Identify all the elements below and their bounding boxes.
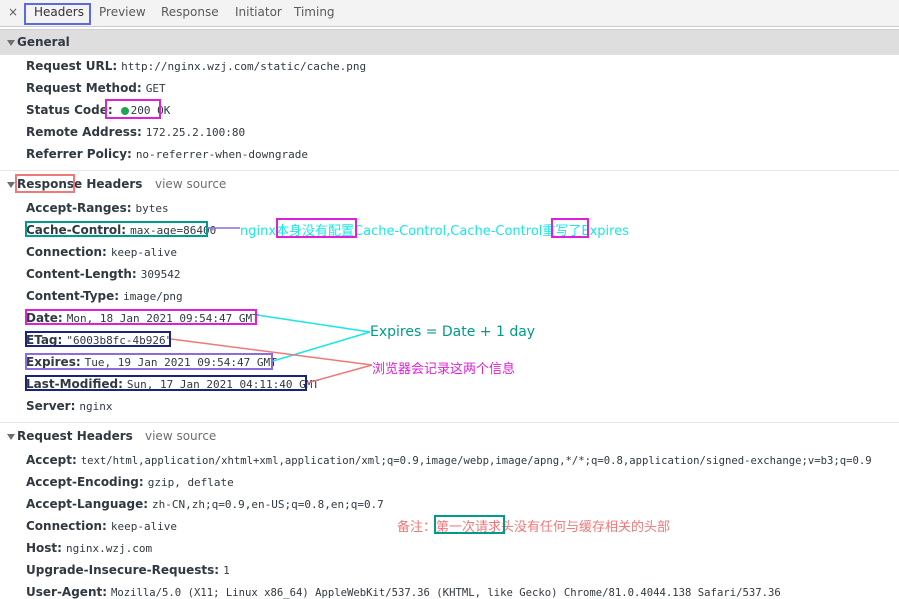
date-connector xyxy=(256,314,371,333)
annotation-connectors xyxy=(170,227,373,384)
override-word-highlight-box xyxy=(551,218,589,238)
first-request-highlight-box xyxy=(434,515,505,534)
last-modified-connector xyxy=(306,364,373,384)
browser-record-note: 浏览器会记录这两个信息 xyxy=(372,362,516,377)
expires-connector xyxy=(272,331,371,362)
config-word-highlight-box xyxy=(276,218,357,238)
etag-connector xyxy=(170,338,373,366)
expires-formula-note: Expires = Date + 1 day xyxy=(370,324,536,340)
